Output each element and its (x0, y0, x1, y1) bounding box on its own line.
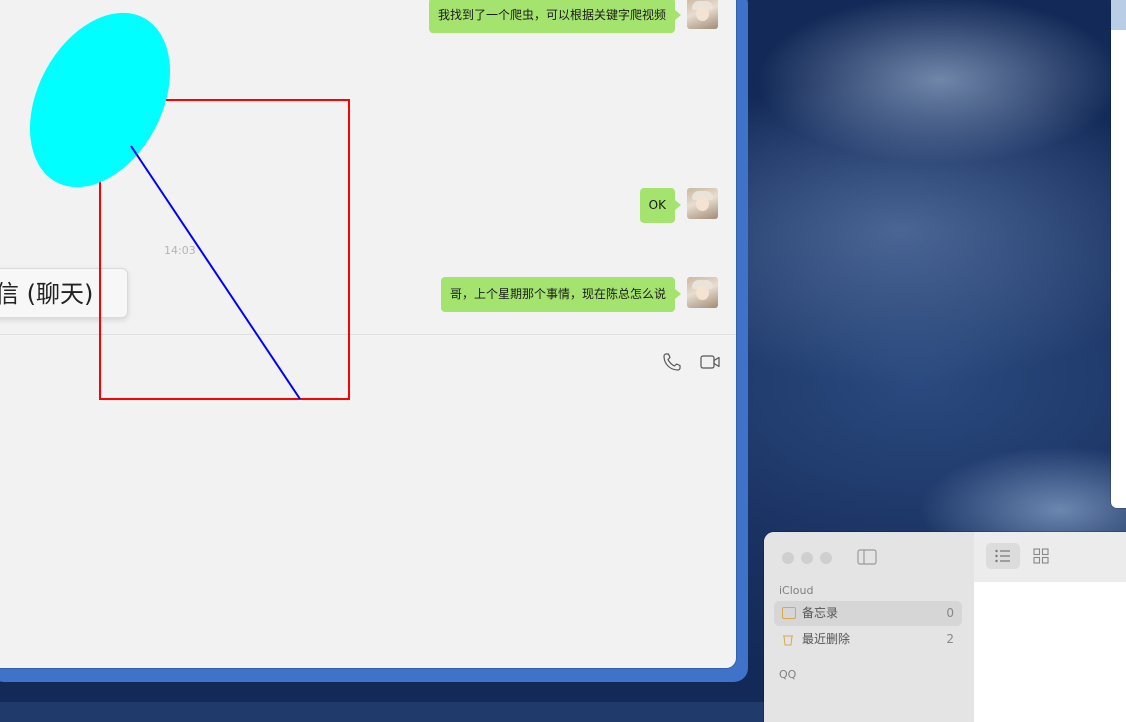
avatar-face (696, 7, 709, 21)
section-label-icloud: iCloud (779, 584, 814, 597)
zoom-window-button[interactable] (820, 552, 832, 564)
avatar-face (696, 197, 709, 211)
chat-message[interactable]: OK (639, 188, 718, 223)
window-title-tooltip: 微信 (聊天) (0, 268, 128, 318)
gallery-view-button[interactable] (1024, 543, 1058, 569)
input-divider (0, 334, 736, 335)
notes-content-area[interactable] (974, 582, 1126, 722)
message-bubble[interactable]: 我找到了一个爬虫，可以根据关键字爬视频 (428, 0, 682, 33)
avatar[interactable] (687, 277, 718, 308)
avatar[interactable] (687, 0, 718, 29)
folder-label: 最近删除 (802, 632, 851, 646)
trash-icon (783, 635, 793, 646)
notes-sidebar: iCloud 备忘录 0 最近删除 2 QQ (764, 532, 974, 722)
list-view-icon (995, 549, 1010, 563)
notes-app-window[interactable]: iCloud 备忘录 0 最近删除 2 QQ (764, 532, 1126, 722)
notes-list-pane (974, 532, 1126, 722)
avatar[interactable] (687, 188, 718, 219)
message-bubble[interactable]: 哥，上个星期那个事情，现在陈总怎么说 (440, 277, 682, 312)
wechat-chat-window[interactable]: 我找到了一个爬虫，可以根据关键字爬视频 OK 14:03 哥，上个星期那个事情，… (0, 0, 736, 668)
avatar-face (696, 286, 709, 300)
gallery-view-icon (1033, 548, 1049, 564)
phone-icon[interactable] (661, 351, 683, 373)
message-timestamp: 14:03 (164, 244, 196, 257)
folder-count: 2 (946, 632, 954, 646)
folder-item-recently-deleted[interactable]: 最近删除 2 (774, 627, 962, 652)
folder-icon (782, 607, 796, 619)
folder-count: 0 (946, 606, 954, 620)
folder-item-notes[interactable]: 备忘录 0 (774, 601, 962, 626)
background-app-titlebar (1111, 0, 1126, 30)
minimize-window-button[interactable] (801, 552, 813, 564)
sidebar-toggle-icon[interactable] (857, 549, 877, 565)
background-app-window[interactable] (1111, 0, 1126, 508)
chat-message[interactable]: 我找到了一个爬虫，可以根据关键字爬视频 (428, 0, 718, 33)
chat-message[interactable]: 哥，上个星期那个事情，现在陈总怎么说 (440, 277, 718, 312)
list-view-button[interactable] (986, 543, 1020, 569)
section-label-qq: QQ (779, 668, 797, 681)
folder-label: 备忘录 (802, 606, 839, 620)
video-call-icon[interactable] (699, 351, 721, 373)
close-window-button[interactable] (782, 552, 794, 564)
message-bubble[interactable]: OK (639, 188, 682, 223)
